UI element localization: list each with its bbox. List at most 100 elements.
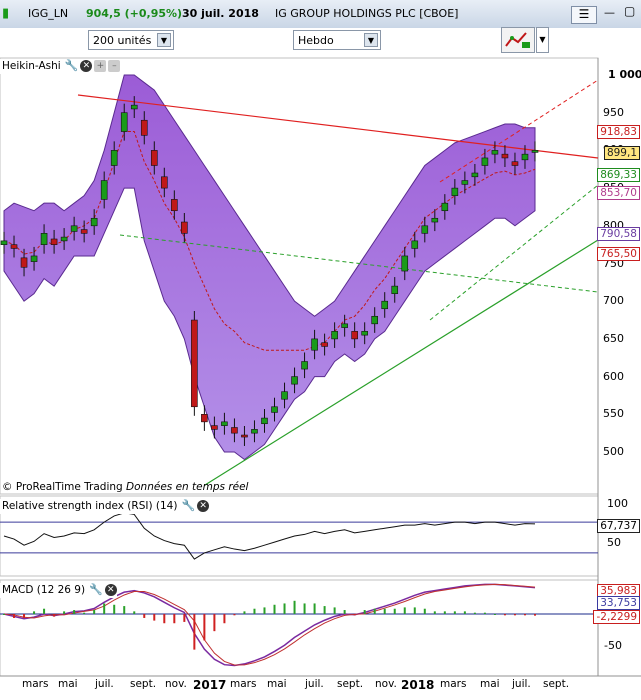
- macd-histogram-bar: [313, 603, 316, 614]
- credit-source: © ProRealTime Trading: [2, 481, 123, 493]
- price-tick-label: 950: [603, 105, 624, 119]
- x-tick-label: mai: [480, 678, 500, 690]
- macd-histogram-bar: [223, 614, 226, 624]
- macd-histogram-bar: [233, 614, 236, 616]
- x-tick-label: mars: [230, 678, 257, 690]
- rsi-value-tag: 67,737: [597, 519, 640, 533]
- price-tick-label: 650: [603, 331, 624, 345]
- macd-panel-label: MACD (12 26 9): [2, 583, 86, 596]
- x-tick-label: mars: [440, 678, 467, 690]
- macd-histogram-bar: [293, 600, 296, 614]
- price-value-tag: 853,70: [597, 186, 640, 200]
- candle-body: [161, 176, 168, 189]
- price-value-tag: 790,58: [597, 227, 640, 241]
- x-tick-label: mai: [58, 678, 78, 690]
- macd-histogram-bar: [343, 610, 346, 614]
- macd-histogram-bar: [103, 603, 106, 614]
- wrench-icon[interactable]: 🔧: [65, 59, 79, 72]
- candle-body: [251, 429, 258, 434]
- candle-body: [221, 421, 228, 426]
- candle-body: [281, 391, 288, 400]
- price-value-tag: 899,1: [603, 146, 640, 160]
- candle-body: [30, 255, 38, 262]
- candle-body: [441, 202, 449, 212]
- candle-body: [531, 150, 539, 153]
- price-panel-frame: [0, 57, 599, 495]
- wrench-icon[interactable]: 🔧: [181, 499, 195, 512]
- price-value-tag: 765,50: [597, 247, 640, 261]
- macd-histogram-bar: [473, 612, 476, 614]
- candle-body: [511, 161, 519, 166]
- wrench-icon[interactable]: 🔧: [89, 583, 103, 596]
- macd-histogram-bar: [463, 611, 466, 614]
- candle-body: [481, 157, 489, 166]
- credit-note: Données en temps réel: [126, 481, 249, 493]
- macd-histogram-bar: [253, 608, 256, 614]
- candle-body: [501, 153, 509, 159]
- candle-body: [231, 427, 238, 434]
- macd-histogram-bar: [433, 611, 436, 614]
- macd-histogram-bar: [163, 614, 166, 624]
- macd-histogram-bar: [183, 614, 186, 622]
- close-icon[interactable]: ✕: [197, 499, 210, 512]
- macd-histogram-bar: [493, 614, 496, 615]
- candle-body: [261, 417, 268, 425]
- candle-body: [381, 300, 389, 310]
- macd-histogram-bar: [303, 603, 306, 614]
- candle-body: [521, 153, 529, 161]
- macd-histogram-bar: [503, 614, 506, 616]
- macd-histogram-bar: [63, 611, 66, 614]
- macd-histogram-bar: [33, 611, 36, 614]
- macd-histogram-bar: [483, 612, 486, 614]
- macd-histogram-bar: [373, 608, 376, 614]
- candle-body: [471, 172, 479, 178]
- candle-body: [491, 150, 499, 155]
- candle-body: [100, 180, 108, 200]
- macd-panel-title: MACD (12 26 9) 🔧 ✕: [0, 583, 117, 598]
- candle-body: [331, 331, 338, 340]
- collapse-icon[interactable]: –: [108, 59, 121, 72]
- candle-body: [291, 376, 298, 385]
- price-tick-label: 700: [603, 294, 624, 308]
- rsi-tick-100: 100: [607, 497, 628, 510]
- macd-histogram-bar: [153, 614, 156, 621]
- x-tick-label: sept.: [337, 678, 364, 690]
- x-tick-label: mai: [267, 678, 287, 690]
- price-tick-label: 1 000: [608, 68, 641, 81]
- candle-body: [90, 217, 98, 227]
- candle-body: [371, 315, 378, 325]
- macd-value-tag-2: 33,753: [597, 596, 640, 610]
- candle-body: [311, 338, 318, 351]
- macd-histogram-bar: [173, 614, 176, 624]
- x-tick-label: mars: [22, 678, 49, 690]
- macd-histogram-bar: [383, 608, 386, 614]
- price-panel-label: Heikin-Ashi: [2, 59, 61, 72]
- candle-body: [401, 255, 409, 272]
- price-value-tag: 918,83: [597, 125, 640, 139]
- candle-body: [451, 187, 459, 196]
- macd-histogram-bar: [513, 614, 516, 616]
- x-tick-label: nov.: [375, 678, 397, 690]
- close-icon[interactable]: ✕: [80, 59, 93, 72]
- candle-body: [150, 150, 158, 166]
- data-credit: © ProRealTime Trading Données en temps r…: [2, 481, 248, 493]
- candle-body: [110, 150, 118, 166]
- candle-body: [411, 240, 419, 249]
- macd-histogram-bar: [43, 608, 46, 614]
- x-tick-label: juil.: [305, 678, 324, 690]
- x-tick-label: juil.: [512, 678, 531, 690]
- macd-histogram-bar: [93, 610, 96, 614]
- price-tick-label: 500: [603, 445, 624, 458]
- candle-body: [431, 217, 439, 223]
- rsi-panel-title: Relative strength index (RSI) (14) 🔧 ✕: [0, 499, 210, 514]
- macd-histogram-bar: [323, 606, 326, 614]
- macd-histogram-bar: [83, 612, 86, 614]
- macd-histogram-bar: [113, 604, 116, 614]
- macd-histogram-bar: [73, 610, 76, 614]
- candle-body: [361, 331, 368, 336]
- close-icon[interactable]: ✕: [104, 583, 117, 596]
- expand-icon[interactable]: +: [94, 59, 107, 72]
- x-tick-label: 2018: [401, 678, 435, 692]
- rsi-panel-label: Relative strength index (RSI) (14): [2, 499, 178, 512]
- macd-histogram-bar: [133, 611, 136, 614]
